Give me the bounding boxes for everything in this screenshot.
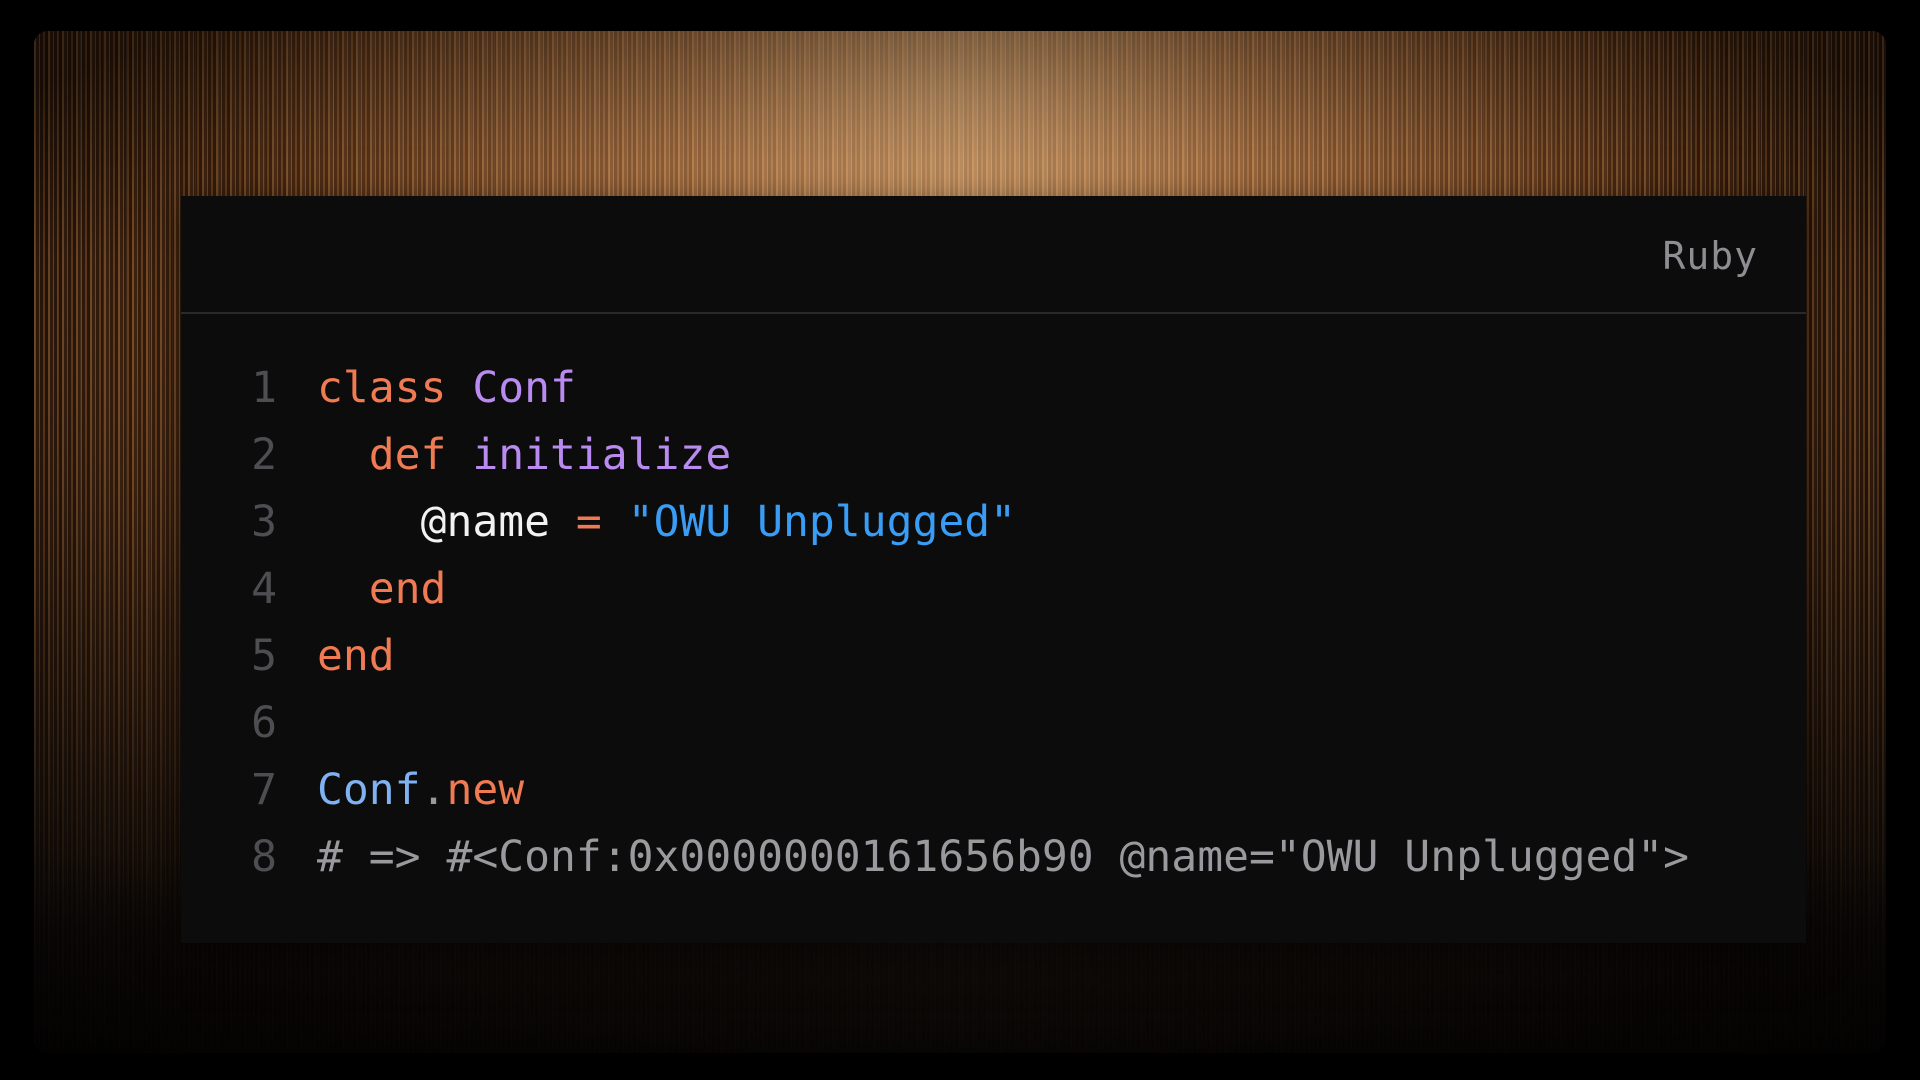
code-line-source: end bbox=[277, 631, 395, 681]
code-line-source: class Conf bbox=[277, 363, 576, 413]
code-token-const: Conf bbox=[317, 764, 421, 815]
code-token-kw: def bbox=[368, 429, 447, 480]
line-number: 6 bbox=[251, 697, 277, 748]
code-block-header: Ruby bbox=[181, 196, 1806, 314]
slide-background: Ruby 1 class Conf 2 def initialize 3 @name … bbox=[34, 31, 1886, 1053]
code-token-fn: initialize bbox=[472, 429, 732, 480]
code-line: 3 @name = "OWU Unplugged" bbox=[181, 488, 1806, 555]
code-token-cmt: . bbox=[420, 764, 447, 815]
code-line-source: def initialize bbox=[277, 430, 731, 480]
line-number: 7 bbox=[251, 764, 277, 815]
line-number: 1 bbox=[251, 362, 277, 413]
line-number: 5 bbox=[251, 630, 277, 681]
code-token-ivar: @name bbox=[420, 496, 551, 547]
code-line-source: end bbox=[277, 563, 447, 614]
code-line: 4 end bbox=[181, 555, 1806, 622]
code-line: 8 # => #<Conf:0x0000000161656b90 @name="O… bbox=[181, 823, 1806, 890]
code-line: 7 Conf.new bbox=[181, 756, 1806, 823]
code-token-str: "OWU Unplugged" bbox=[627, 496, 1017, 547]
code-block: Ruby 1 class Conf 2 def initialize 3 @name … bbox=[181, 196, 1806, 943]
code-token-cmt: # => #<Conf:0x0000000161656b90 @name="OW… bbox=[317, 831, 1690, 882]
code-token-cls: Conf bbox=[472, 362, 576, 413]
code-line-source: # => #<Conf:0x0000000161656b90 @name="OW… bbox=[277, 832, 1689, 882]
code-body: 1 class Conf 2 def initialize 3 @name = "OW… bbox=[181, 314, 1806, 890]
code-line: 5 end bbox=[181, 622, 1806, 689]
code-line-source: @name = "OWU Unplugged" bbox=[277, 497, 1016, 547]
line-number: 4 bbox=[251, 563, 277, 614]
line-number: 2 bbox=[251, 429, 277, 480]
code-token-kw: end bbox=[317, 630, 395, 681]
code-token-op: = bbox=[575, 496, 602, 547]
code-token-kw: class bbox=[317, 362, 447, 413]
line-number: 3 bbox=[251, 496, 277, 547]
code-line: 6 bbox=[181, 689, 1806, 756]
code-token-kw: end bbox=[368, 563, 447, 614]
line-number: 8 bbox=[251, 831, 277, 882]
code-line: 2 def initialize bbox=[181, 421, 1806, 488]
code-line: 1 class Conf bbox=[181, 354, 1806, 421]
code-token-meth: new bbox=[446, 764, 525, 815]
code-line-source: Conf.new bbox=[277, 765, 524, 815]
language-label: Ruby bbox=[1662, 234, 1758, 278]
